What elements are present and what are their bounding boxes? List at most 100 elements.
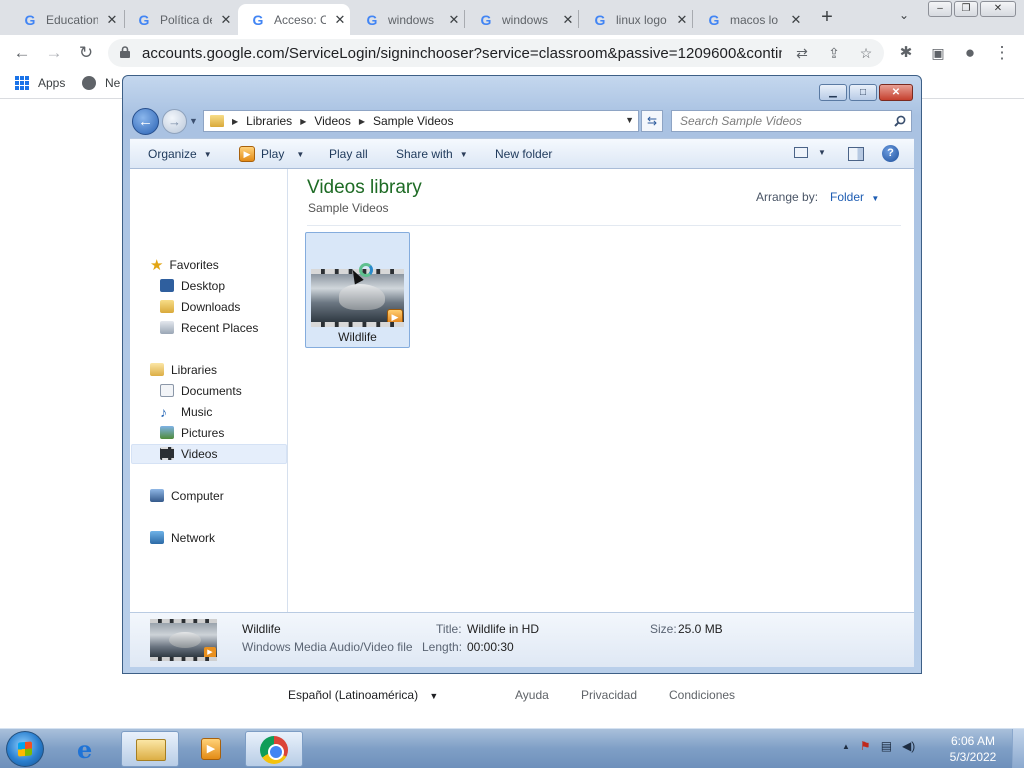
refresh-icon[interactable]: ⇆ [641, 110, 663, 132]
tab-education[interactable]: G Education ✕ [10, 4, 122, 35]
close-icon[interactable]: ✕ [788, 12, 804, 28]
nav-computer[interactable]: Computer [150, 486, 224, 505]
bookmark-apps[interactable]: Apps [15, 76, 65, 90]
show-hidden-icons-icon[interactable]: ▲ [842, 742, 850, 751]
share-with-button[interactable]: Share with ▼ [396, 147, 468, 161]
tab-linux-logo[interactable]: G linux logo ✕ [580, 4, 692, 35]
nav-videos[interactable]: Videos [160, 444, 217, 463]
close-window-button[interactable]: ✕ [980, 1, 1016, 17]
details-title-value[interactable]: Wildlife in HD [467, 622, 539, 636]
breadcrumb-videos[interactable]: Videos [314, 114, 350, 128]
tab-windows-2[interactable]: G windows ✕ [466, 4, 578, 35]
restore-button[interactable]: ❐ [954, 1, 978, 17]
menu-kebab-icon[interactable]: ⋮ [990, 41, 1014, 65]
close-icon[interactable]: ✕ [218, 12, 234, 28]
change-view-button[interactable]: ▼ [794, 147, 826, 158]
minimize-button[interactable]: ▁ [819, 84, 847, 101]
forward-arrow-icon[interactable]: → [42, 41, 66, 65]
nav-downloads[interactable]: Downloads [160, 297, 240, 316]
lock-icon[interactable] [120, 46, 130, 58]
window-controls: ▁ □ ✕ [817, 84, 913, 101]
bookmark-news[interactable]: Ne [82, 76, 120, 90]
pictures-icon [160, 426, 174, 439]
chevron-down-icon: ▼ [203, 149, 212, 159]
breadcrumb-sample-videos[interactable]: Sample Videos [373, 114, 454, 128]
reload-icon[interactable]: ↻ [74, 41, 98, 65]
close-icon[interactable]: ✕ [104, 12, 120, 28]
search-icon[interactable] [894, 115, 906, 127]
system-clock[interactable]: 6:06 AM 5/3/2022 [940, 733, 1006, 765]
breadcrumb-separator-icon[interactable]: ▶ [300, 117, 306, 126]
breadcrumb-separator-icon[interactable]: ▶ [359, 117, 365, 126]
address-dropdown-icon[interactable]: ▼ [625, 115, 634, 125]
file-item-wildlife[interactable]: ▶ Wildlife [305, 232, 410, 348]
translate-icon[interactable]: ⇄ [792, 43, 812, 63]
show-desktop-button[interactable] [1012, 729, 1024, 768]
minimize-button[interactable]: – [928, 1, 952, 17]
new-folder-button[interactable]: New folder [495, 147, 552, 161]
chevron-down-icon[interactable]: ▼ [818, 148, 826, 157]
extensions-puzzle-icon[interactable]: ✱ [894, 41, 918, 65]
back-arrow-icon[interactable]: ← [10, 41, 34, 65]
privacy-link[interactable]: Privacidad [581, 688, 637, 702]
bookmark-star-icon[interactable]: ☆ [856, 43, 876, 63]
network-status-icon[interactable]: ▤ [881, 739, 892, 753]
new-tab-button[interactable]: + [816, 6, 838, 28]
help-link[interactable]: Ayuda [515, 688, 549, 702]
organize-button[interactable]: Organize ▼ [148, 147, 212, 161]
side-panel-icon[interactable]: ▣ [926, 41, 950, 65]
preview-pane-button[interactable] [848, 147, 864, 161]
close-icon[interactable]: ✕ [332, 12, 348, 28]
recent-places-icon [160, 321, 174, 334]
taskbar-windows-explorer[interactable] [121, 731, 179, 767]
tab-search-chevron-icon[interactable]: ⌄ [894, 8, 914, 28]
google-g-icon: G [366, 11, 378, 28]
back-button[interactable]: ← [132, 108, 159, 135]
tab-acceso[interactable]: G Acceso: C ✕ [238, 4, 350, 35]
breadcrumb-libraries[interactable]: Libraries [246, 114, 292, 128]
tab-macos-logo[interactable]: G macos lo ✕ [694, 4, 806, 35]
recent-pages-dropdown-icon[interactable]: ▼ [189, 116, 198, 126]
nav-pictures[interactable]: Pictures [160, 423, 224, 442]
close-icon[interactable]: ✕ [446, 12, 462, 28]
volume-icon[interactable]: ◀) [902, 739, 915, 753]
navigation-pane[interactable]: ★ Favorites Desktop Downloads Recent Pla… [130, 169, 288, 612]
nav-music[interactable]: ♪ Music [160, 402, 212, 421]
details-file-name: Wildlife [242, 622, 281, 636]
taskbar-media-player[interactable]: ▶ [182, 731, 240, 767]
language-select[interactable]: Español (Latinoamérica) ▼ [288, 688, 438, 702]
profile-avatar-icon[interactable]: ● [958, 41, 982, 65]
nav-libraries[interactable]: Libraries [150, 360, 217, 379]
chevron-down-icon[interactable]: ▼ [296, 150, 304, 159]
play-all-button[interactable]: Play all [329, 147, 368, 161]
nav-documents[interactable]: Documents [160, 381, 242, 400]
close-icon[interactable]: ✕ [674, 12, 690, 28]
start-button[interactable] [6, 731, 44, 767]
maximize-button[interactable]: □ [849, 84, 877, 101]
close-button[interactable]: ✕ [879, 84, 913, 101]
explorer-address-bar[interactable]: ▶ Libraries ▶ Videos ▶ Sample Videos ▼ [203, 110, 639, 132]
tab-windows-1[interactable]: G windows ✕ [352, 4, 464, 35]
terms-link[interactable]: Condiciones [669, 688, 735, 702]
nav-desktop[interactable]: Desktop [160, 276, 225, 295]
tab-politica[interactable]: G Política de ✕ [124, 4, 236, 35]
url-text[interactable]: accounts.google.com/ServiceLogin/signinc… [142, 45, 782, 62]
explorer-body: ★ Favorites Desktop Downloads Recent Pla… [130, 169, 914, 612]
close-icon[interactable]: ✕ [560, 12, 576, 28]
nav-network[interactable]: Network [150, 528, 215, 547]
breadcrumb-separator-icon[interactable]: ▶ [232, 117, 238, 126]
nav-favorites[interactable]: ★ Favorites [150, 255, 219, 274]
content-pane[interactable]: Videos library Sample Videos Arrange by:… [289, 169, 914, 612]
share-icon[interactable]: ⇪ [824, 43, 844, 63]
taskbar-google-chrome[interactable] [245, 731, 303, 767]
action-center-flag-icon[interactable]: ⚑ [860, 739, 871, 753]
search-input[interactable]: Search Sample Videos [671, 110, 912, 132]
windows-logo-icon [18, 741, 32, 757]
taskbar-internet-explorer[interactable]: e [62, 731, 120, 767]
arrange-by-dropdown[interactable]: Folder ▼ [830, 190, 879, 204]
play-button[interactable]: ▶ Play ▼ [239, 146, 304, 162]
help-button[interactable]: ? [882, 145, 899, 162]
nav-recent-places[interactable]: Recent Places [160, 318, 258, 337]
forward-button[interactable]: → [162, 109, 187, 134]
address-bar[interactable]: accounts.google.com/ServiceLogin/signinc… [108, 39, 884, 67]
